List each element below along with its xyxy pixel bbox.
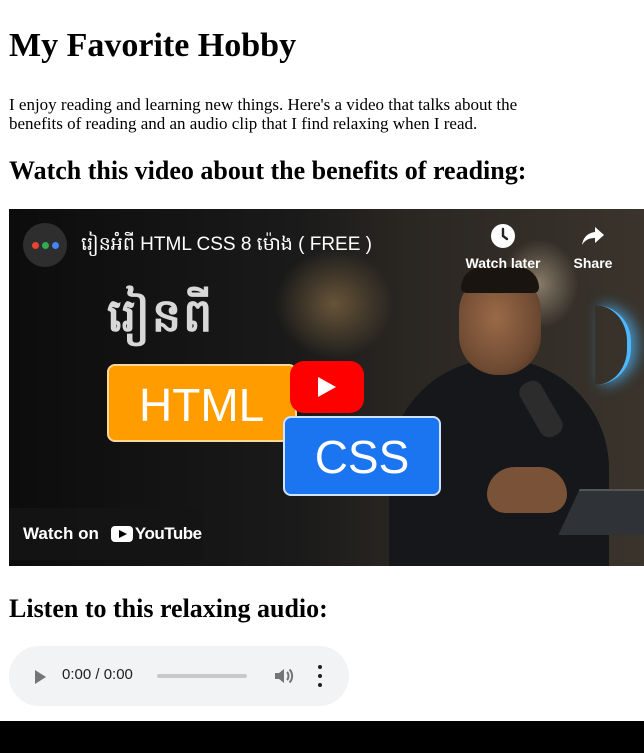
audio-heading: Listen to this relaxing audio: — [9, 594, 328, 623]
avatar-dot — [51, 241, 59, 249]
neon-light — [595, 305, 631, 385]
channel-avatar[interactable] — [23, 223, 67, 267]
avatar-dot — [41, 241, 49, 249]
bottom-bar — [0, 721, 644, 753]
more-options-icon[interactable] — [313, 665, 327, 687]
watch-later-label: Watch later — [465, 255, 541, 271]
intro-paragraph: I enjoy reading and learning new things.… — [9, 95, 518, 133]
menu-dot — [318, 683, 322, 687]
thumbnail-khmer-text: រៀនពី — [107, 289, 215, 341]
audio-player[interactable]: 0:00 / 0:00 — [9, 646, 349, 706]
presenter-hands — [487, 467, 567, 513]
audio-progress-bar[interactable] — [157, 674, 247, 678]
audio-play-icon[interactable] — [35, 670, 46, 684]
video-heading: Watch this video about the benefits of r… — [9, 156, 527, 185]
volume-icon[interactable] — [273, 666, 295, 686]
share-label: Share — [573, 255, 613, 271]
youtube-video-embed[interactable]: រៀនអំពី HTML CSS 8 ម៉ោង ( FREE ) Watch l… — [9, 209, 644, 566]
thumbnail-html-badge: HTML — [107, 364, 297, 442]
youtube-logo: YouTube — [110, 524, 202, 544]
clock-icon — [491, 224, 515, 248]
menu-dot — [318, 674, 322, 678]
avatar-dot — [31, 241, 39, 249]
watch-on-label: Watch on — [23, 524, 99, 543]
thumbnail-css-badge: CSS — [283, 416, 441, 496]
share-button[interactable]: Share — [567, 223, 619, 271]
youtube-wordmark: YouTube — [134, 524, 202, 543]
play-button[interactable] — [290, 361, 364, 413]
page-title: My Favorite Hobby — [9, 27, 297, 64]
page-content: My Favorite Hobby I enjoy reading and le… — [0, 0, 644, 706]
youtube-play-icon — [110, 526, 133, 542]
watch-on-youtube-button[interactable]: Watch on YouTube — [9, 508, 203, 560]
background-light — [274, 249, 394, 359]
share-arrow-icon — [582, 227, 604, 245]
video-title[interactable]: រៀនអំពី HTML CSS 8 ម៉ោង ( FREE ) — [81, 233, 372, 257]
play-icon — [318, 377, 336, 397]
audio-time: 0:00 / 0:00 — [62, 666, 133, 683]
watch-later-button[interactable]: Watch later — [461, 223, 545, 271]
menu-dot — [318, 665, 322, 669]
